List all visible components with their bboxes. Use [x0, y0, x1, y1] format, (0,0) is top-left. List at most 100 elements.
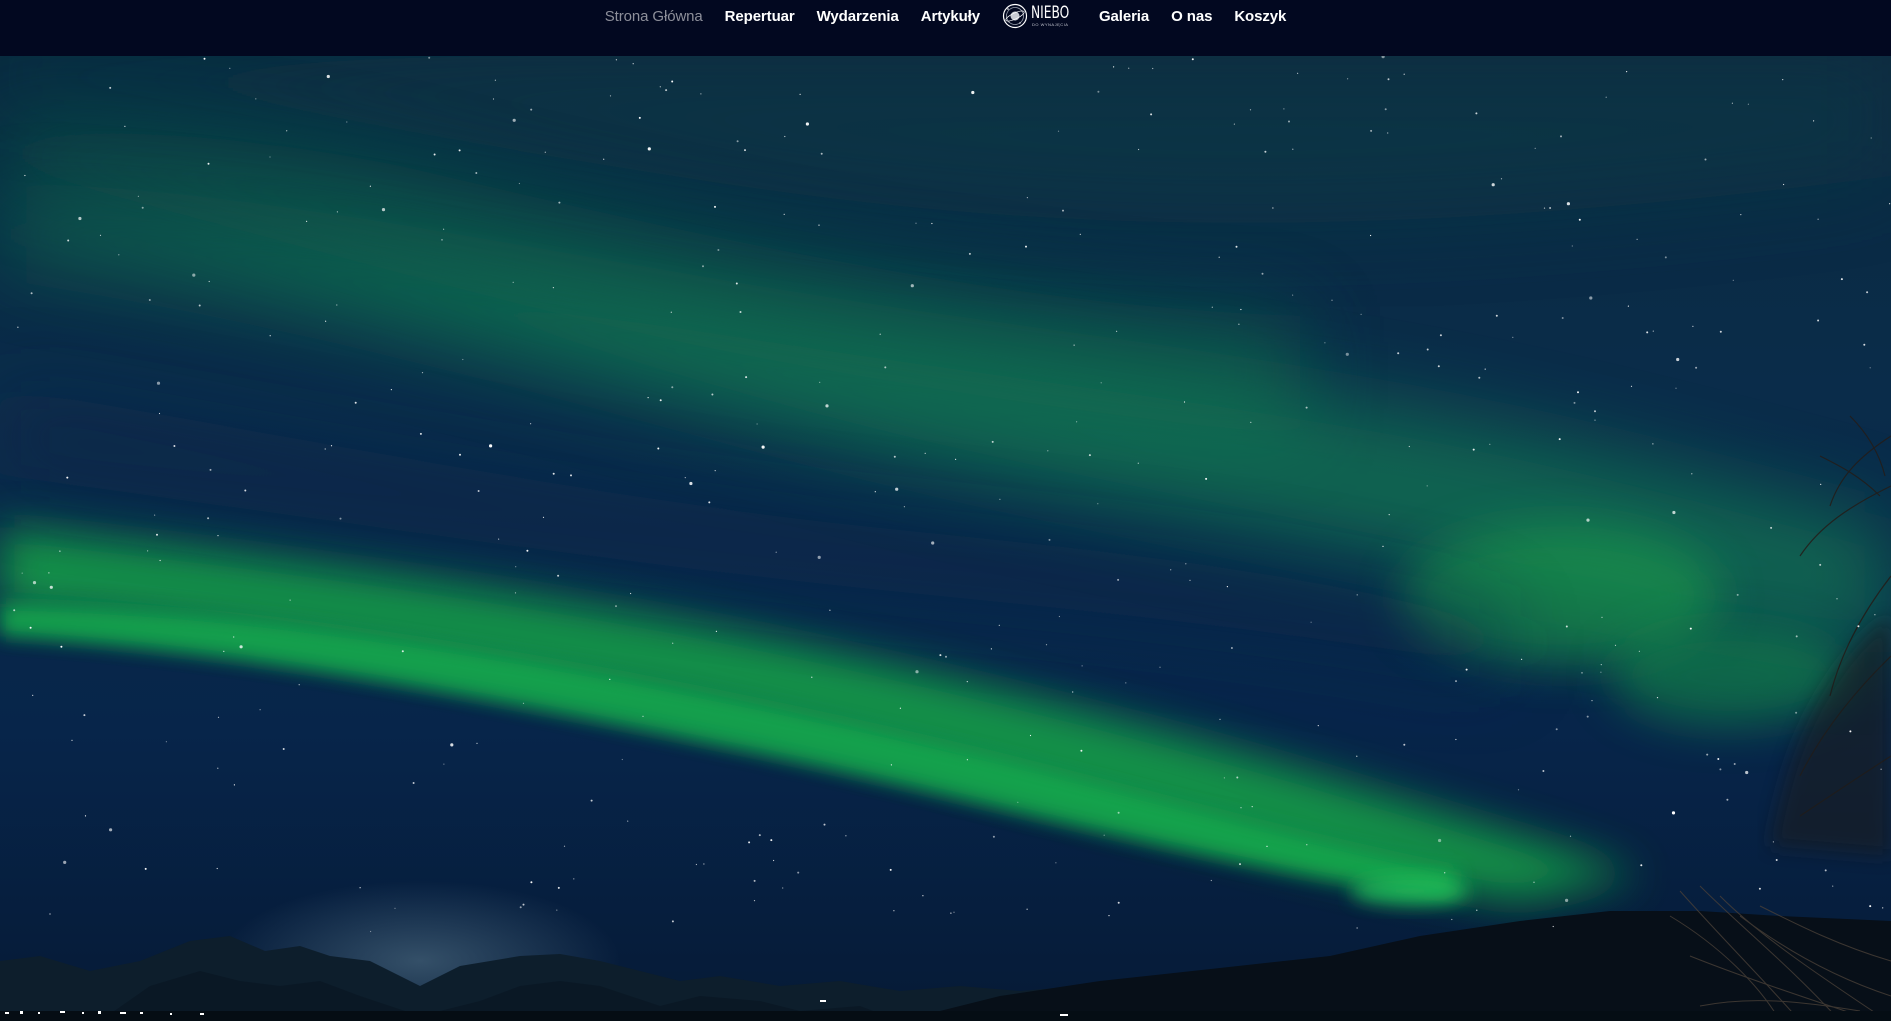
star — [148, 299, 151, 301]
nav-item-about[interactable]: O nas — [1160, 8, 1223, 25]
nav-item-repertoire[interactable]: Repertuar — [714, 8, 806, 25]
star — [845, 835, 847, 837]
star — [1088, 454, 1091, 457]
star — [1600, 664, 1602, 666]
star — [32, 694, 34, 697]
star — [223, 650, 225, 653]
star — [1772, 841, 1774, 843]
star — [703, 863, 705, 865]
star — [829, 609, 831, 611]
star — [1521, 658, 1523, 660]
star — [1205, 477, 1208, 480]
star — [1605, 96, 1607, 98]
star — [458, 149, 461, 152]
star — [990, 648, 993, 650]
star — [1594, 410, 1596, 413]
star — [433, 153, 436, 156]
nav-item-cart[interactable]: Koszyk — [1223, 8, 1297, 25]
star — [1626, 71, 1628, 73]
star — [544, 151, 546, 153]
star — [1235, 245, 1238, 248]
star — [1732, 279, 1734, 281]
star — [1569, 835, 1572, 837]
star — [428, 56, 431, 59]
star — [1439, 334, 1442, 337]
star — [233, 784, 235, 786]
star — [1630, 385, 1633, 387]
star — [558, 201, 561, 204]
star — [670, 311, 672, 313]
star — [556, 909, 558, 911]
star — [67, 239, 70, 242]
star — [770, 839, 773, 842]
star — [717, 249, 720, 251]
star — [1534, 147, 1536, 149]
star — [519, 906, 522, 909]
star — [1116, 330, 1118, 332]
star — [30, 292, 33, 295]
star — [522, 702, 525, 704]
star — [1782, 79, 1784, 81]
star — [1571, 245, 1573, 247]
star — [1640, 864, 1643, 867]
star — [13, 609, 16, 612]
star — [1117, 578, 1120, 581]
star — [818, 224, 820, 226]
star — [879, 333, 881, 335]
star — [1591, 700, 1593, 702]
star — [819, 381, 821, 383]
star — [1057, 130, 1060, 132]
star — [708, 501, 711, 504]
star — [1565, 898, 1569, 903]
nav-item-events[interactable]: Wydarzenia — [806, 8, 910, 25]
star — [17, 326, 19, 328]
star — [1403, 73, 1405, 75]
star — [412, 782, 415, 784]
star — [48, 572, 50, 574]
star — [1345, 352, 1349, 356]
star — [421, 372, 424, 374]
star — [775, 551, 777, 553]
star — [512, 281, 514, 283]
star — [1233, 123, 1235, 125]
star — [609, 678, 611, 681]
star — [1614, 644, 1617, 647]
star — [1356, 755, 1358, 757]
star — [893, 455, 896, 458]
star — [1185, 563, 1187, 565]
star — [1512, 336, 1514, 338]
star — [339, 517, 342, 520]
star — [1288, 120, 1290, 123]
star — [203, 57, 206, 60]
star — [118, 254, 120, 256]
star — [1672, 510, 1676, 515]
nav-item-home[interactable]: Strona Główna — [594, 8, 714, 25]
star — [671, 80, 674, 83]
star — [1601, 616, 1603, 619]
star — [518, 182, 521, 185]
star — [207, 517, 210, 520]
star — [1770, 526, 1773, 529]
nav-item-articles[interactable]: Artykuły — [910, 8, 991, 25]
star — [1758, 887, 1761, 890]
star — [1240, 807, 1242, 809]
star — [1356, 927, 1358, 929]
star — [1691, 473, 1693, 475]
star — [512, 118, 516, 122]
star — [1476, 909, 1478, 911]
nav-item-gallery[interactable]: Galeria — [1088, 8, 1160, 25]
star — [1586, 518, 1590, 522]
star — [672, 642, 674, 644]
star — [1689, 627, 1692, 630]
star — [557, 886, 560, 889]
star — [1692, 325, 1694, 327]
star — [49, 913, 51, 915]
star — [1820, 483, 1822, 485]
star — [477, 490, 480, 492]
star — [700, 93, 702, 95]
star — [489, 444, 493, 448]
star — [1191, 58, 1194, 61]
star — [1719, 768, 1722, 771]
star — [207, 162, 210, 165]
site-logo[interactable]: NIEBO DO WYNAJĘCIA — [991, 3, 1088, 29]
